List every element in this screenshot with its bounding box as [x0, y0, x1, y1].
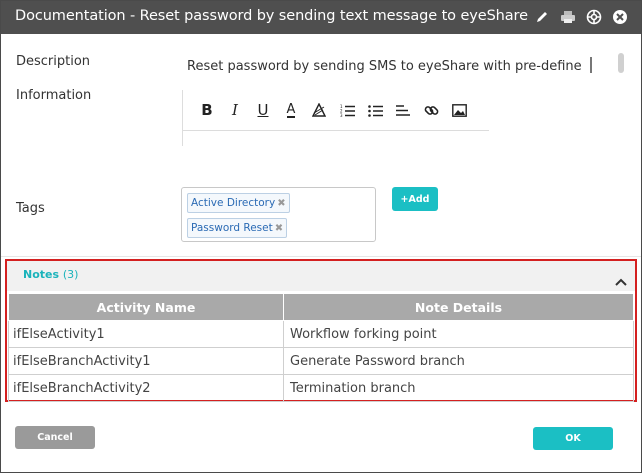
description-label: Description — [16, 54, 91, 69]
dialog-scrollbar[interactable] — [618, 53, 624, 73]
settings-icon[interactable] — [585, 7, 603, 27]
description-value[interactable]: Reset password by sending SMS to eyeShar… — [187, 59, 587, 74]
close-icon[interactable] — [611, 7, 629, 27]
tag-chip[interactable]: Password Reset ✖ — [187, 218, 288, 238]
tag-label: Active Directory — [191, 197, 276, 209]
printer-icon[interactable] — [559, 7, 577, 27]
svg-text:3: 3 — [340, 113, 343, 117]
tag-remove-icon[interactable]: ✖ — [277, 198, 285, 209]
italic-icon[interactable]: I — [225, 100, 245, 120]
editor-toolbar: B I U A 123 — [183, 90, 489, 131]
pencil-icon[interactable] — [533, 7, 551, 27]
information-editor[interactable]: B I U A 123 — [182, 90, 489, 146]
tag-label: Password Reset — [191, 222, 273, 234]
tags-input[interactable]: Active Directory ✖ Password Reset ✖ — [181, 187, 376, 242]
align-icon[interactable] — [393, 100, 413, 120]
notes-title: Notes (3) — [23, 268, 78, 281]
title-bar-actions — [533, 7, 629, 27]
title-bar: Documentation - Reset password by sendin… — [1, 1, 641, 34]
font-color-icon[interactable]: A — [281, 100, 301, 120]
tag-chip[interactable]: Active Directory ✖ — [187, 193, 290, 213]
dialog-title: Documentation - Reset password by sendin… — [15, 8, 528, 24]
underline-icon[interactable]: U — [253, 100, 273, 120]
table-row[interactable]: ifElseBranchActivity1 Generate Password … — [8, 347, 634, 375]
activity-name-cell: ifElseBranchActivity2 — [8, 374, 284, 402]
column-header-note-details[interactable]: Note Details — [283, 293, 634, 321]
column-header-activity-name[interactable]: Activity Name — [8, 293, 284, 321]
text-cursor — [590, 57, 592, 73]
divider — [1, 256, 641, 257]
notes-panel: Notes (3) Activity Name Note Details ifE… — [5, 259, 637, 402]
notes-table: Activity Name Note Details ifElseActivit… — [8, 293, 634, 402]
bold-icon[interactable]: B — [197, 100, 217, 120]
note-details-cell: Generate Password branch — [283, 347, 634, 375]
image-icon[interactable] — [449, 100, 469, 120]
link-icon[interactable] — [421, 100, 441, 120]
notes-title-text: Notes — [23, 268, 60, 281]
table-row[interactable]: ifElseBranchActivity2 Termination branch — [8, 374, 634, 402]
table-header-row: Activity Name Note Details — [8, 293, 634, 321]
unordered-list-icon[interactable] — [365, 100, 385, 120]
documentation-dialog: Documentation - Reset password by sendin… — [0, 0, 642, 473]
tag-remove-icon[interactable]: ✖ — [275, 223, 283, 234]
tags-label: Tags — [16, 201, 45, 216]
highlight-icon[interactable] — [309, 100, 329, 120]
activity-name-cell: ifElseBranchActivity1 — [8, 347, 284, 375]
chevron-up-icon[interactable] — [615, 271, 627, 290]
activity-name-cell: ifElseActivity1 — [8, 320, 284, 348]
note-details-cell: Workflow forking point — [283, 320, 634, 348]
notes-header[interactable]: Notes (3) — [7, 261, 635, 291]
note-details-cell: Termination branch — [283, 374, 634, 402]
notes-count: (3) — [62, 268, 79, 281]
cancel-button[interactable]: Cancel — [15, 426, 95, 449]
information-label: Information — [16, 88, 92, 103]
ok-button[interactable]: OK — [533, 427, 613, 450]
table-row[interactable]: ifElseActivity1 Workflow forking point — [8, 320, 634, 348]
ordered-list-icon[interactable]: 123 — [337, 100, 357, 120]
add-tag-button[interactable]: +Add — [392, 187, 438, 211]
